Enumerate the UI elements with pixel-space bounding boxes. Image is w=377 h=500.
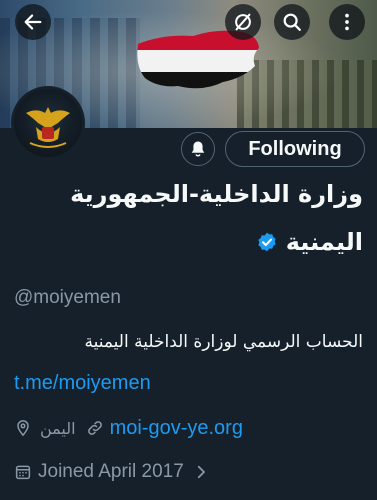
ministry-emblem-logo xyxy=(14,89,82,157)
arrow-left-icon xyxy=(24,14,42,30)
following-button[interactable]: Following xyxy=(225,131,365,167)
display-name-line-1: وزارة الداخلية-الجمهورية xyxy=(70,180,363,208)
display-name-text: اليمنية xyxy=(285,228,363,256)
profile-meta-location-website: اليمن moi-gov-ye.org xyxy=(14,416,243,440)
chevron-right-icon xyxy=(197,465,205,479)
username-handle: @moiyemen xyxy=(14,287,121,308)
bell-icon xyxy=(191,141,205,157)
more-vertical-icon xyxy=(345,13,349,31)
bio-text: الحساب الرسمي لوزارة الداخلية اليمنية xyxy=(84,332,363,352)
link-icon xyxy=(87,421,102,435)
bio-link[interactable]: t.me/moiyemen xyxy=(14,372,151,395)
more-button[interactable] xyxy=(329,4,365,40)
search-icon xyxy=(283,13,301,31)
location-text: اليمن xyxy=(40,418,76,438)
display-name-line-2: اليمنية xyxy=(256,228,363,256)
mute-button[interactable] xyxy=(225,4,261,40)
verified-badge-icon[interactable] xyxy=(256,231,278,253)
slash-circle-icon xyxy=(235,13,251,31)
search-button[interactable] xyxy=(274,4,310,40)
location-pin-icon xyxy=(17,420,29,437)
back-button[interactable] xyxy=(15,4,51,40)
calendar-icon xyxy=(15,465,31,480)
joined-date: Joined April 2017 xyxy=(38,461,184,482)
avatar[interactable] xyxy=(11,86,85,160)
profile-meta-joined[interactable]: Joined April 2017 xyxy=(14,460,210,484)
website-link[interactable]: moi-gov-ye.org xyxy=(110,417,243,440)
notifications-button[interactable] xyxy=(181,132,215,166)
